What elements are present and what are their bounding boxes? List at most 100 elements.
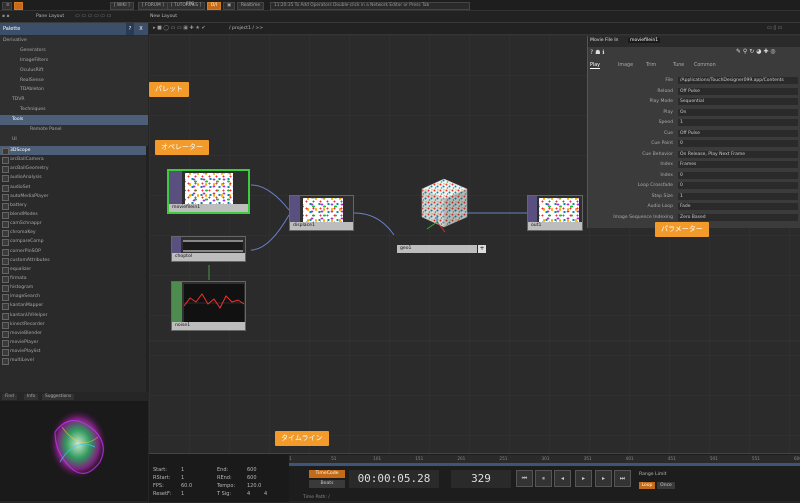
param-tab[interactable]: Common [694, 63, 716, 68]
node-geo1[interactable]: geo1 + [397, 177, 492, 253]
param-value[interactable]: Zero Based [678, 213, 798, 221]
palette-operator-item[interactable]: histogram [0, 283, 146, 293]
rewind-button[interactable]: ⏮ [516, 470, 533, 487]
rend-value[interactable]: 600 [247, 475, 257, 481]
param-value[interactable]: On [678, 108, 798, 116]
param-value[interactable]: 1 [678, 192, 798, 200]
palette-help-button[interactable]: ? [126, 23, 134, 35]
param-value[interactable]: 0 [678, 140, 798, 147]
once-toggle[interactable]: Once [657, 482, 675, 489]
palette-operator-item[interactable]: movieBlender [0, 329, 146, 338]
fast-forward-button[interactable]: ⏭ [614, 470, 631, 487]
palette-operator-item[interactable]: audioAnalysis [0, 173, 146, 183]
palette-operator-item[interactable]: equalizer [0, 265, 146, 274]
palette-operator-item[interactable]: arcBallCamera [0, 155, 146, 165]
new-layout-label[interactable]: New Layout [150, 14, 177, 19]
timecode-toggle[interactable]: TimeCode [309, 470, 345, 478]
palette-operator-item[interactable]: multiLevel [0, 356, 146, 366]
palette-category[interactable]: OculusRift [0, 66, 148, 76]
timeline-range-bar[interactable] [289, 463, 800, 466]
play-button[interactable]: ▸ [575, 470, 592, 487]
perform-button[interactable]: ▣ [223, 1, 236, 10]
palette-operator-item[interactable]: battery [0, 201, 146, 210]
palette-operator-item[interactable]: imageSearch [0, 292, 146, 302]
node-moviefilein1[interactable]: moviefilein1 [167, 169, 250, 214]
palette-operator-item[interactable]: kinectRecorder [0, 320, 146, 329]
palette-category[interactable]: TDVR [0, 95, 148, 105]
node-choptol[interactable]: choptol [171, 236, 246, 262]
layout-icons[interactable]: ▭ ▭ ▭ ▭ ▭ ▭ [75, 13, 111, 19]
step-back-button[interactable]: ◂ [554, 470, 571, 487]
realtime-toggle[interactable]: Realtime [237, 1, 264, 10]
param-toolbar-icons[interactable]: ? ☗ ℹ [590, 49, 605, 56]
palette-operator-item[interactable]: autoMediaPlayer [0, 192, 146, 201]
palette-close-button[interactable]: X [137, 23, 145, 35]
palette-operator-item[interactable]: audioSet [0, 183, 146, 192]
tsig-a[interactable]: 4 [247, 491, 250, 497]
palette-operator-item[interactable]: firmata [0, 274, 146, 284]
palette-category[interactable]: Remote Panel [0, 125, 148, 135]
network-tool-icons[interactable]: ▸ ■ ◯ ▭ ▭ ▣ ✚ ★ ✔ [153, 25, 206, 31]
palette-operator-item[interactable]: kantanMapper [0, 301, 146, 311]
param-value[interactable]: Sequential [678, 98, 798, 105]
timeline-ruler[interactable]: 151101151201251301351401451501551600 [289, 455, 800, 463]
param-value[interactable]: Frames [678, 161, 798, 168]
param-tab[interactable]: Trim [646, 63, 656, 68]
menu-icon[interactable]: ≡ [2, 1, 12, 10]
resetf-value[interactable]: 1 [181, 491, 184, 497]
param-tab[interactable]: Tune [673, 63, 684, 68]
param-value[interactable]: /Applications/TouchDesigner099.app/Conte… [678, 77, 798, 84]
palette-operator-item[interactable]: cornerPinSOP [0, 247, 146, 256]
palette-category[interactable]: Techniques [0, 105, 148, 115]
param-value[interactable]: 0 [678, 182, 798, 189]
param-actions-icons[interactable]: ✎ ⚲ ↻ ◕ ✚ ◎ [736, 48, 775, 55]
node-out1[interactable]: out1 [527, 195, 583, 231]
network-view-icons[interactable]: ▭ ▯ ▭ [767, 25, 782, 31]
forum-link[interactable]: [ FORUM ] [138, 1, 168, 10]
end-value[interactable]: 600 [247, 467, 257, 473]
palette-operator-item[interactable]: kantanUVHelper [0, 311, 146, 320]
tab-info[interactable]: Info [24, 393, 39, 400]
tsig-b[interactable]: 4 [264, 491, 267, 497]
palette-operator-item[interactable]: 3DScope [0, 146, 146, 156]
palette-operator-item[interactable]: moviePlayer [0, 338, 146, 348]
loop-toggle[interactable]: Loop [639, 482, 655, 489]
param-op-name[interactable]: moviefilein1 [628, 38, 661, 43]
start-value[interactable]: 1 [181, 467, 184, 473]
palette-operator-item[interactable]: customAttributes [0, 256, 146, 265]
node-noise1[interactable]: noise1 [171, 281, 246, 331]
node-displace1[interactable]: displace1 [289, 195, 354, 231]
palette-operator-item[interactable]: blendModes [0, 210, 146, 220]
palette-category[interactable]: ImageFilters [0, 56, 148, 66]
param-value[interactable]: 0 [678, 171, 798, 179]
palette-category[interactable]: TDAbleton [0, 85, 148, 95]
param-value[interactable]: 1 [678, 119, 798, 126]
beats-toggle[interactable]: Beats [309, 480, 345, 488]
palette-category[interactable]: Generators [0, 46, 148, 56]
wiki-link[interactable]: [ WIKI ] [110, 1, 134, 10]
rstart-value[interactable]: 1 [181, 475, 184, 481]
tempo-value[interactable]: 120.0 [247, 483, 261, 489]
param-tab[interactable]: Play [590, 63, 601, 69]
tab-suggestions[interactable]: Suggestions [42, 393, 75, 400]
pause-button[interactable]: ⏸ [535, 470, 552, 487]
step-forward-button[interactable]: ▸ [595, 470, 612, 487]
param-value[interactable]: On Release, Play Next Frame [678, 150, 798, 158]
palette-operator-item[interactable]: arcBallGeometry [0, 164, 146, 174]
palette-operator-item[interactable]: moviePlaylist [0, 347, 146, 357]
palette-operator-item[interactable]: compareComp [0, 237, 146, 247]
palette-category[interactable]: Tools [0, 115, 148, 126]
palette-category[interactable]: RealSense [0, 76, 148, 86]
geo-add-icon[interactable]: + [478, 245, 486, 253]
pin-icon[interactable]: ▪ ▪ [2, 14, 10, 19]
timecode-display[interactable]: 00:00:05.28 [349, 470, 439, 488]
palette-category[interactable]: UI [0, 135, 148, 145]
palette-operator-item[interactable]: camSchnappr [0, 219, 146, 229]
param-value[interactable]: Off Pulse [678, 87, 798, 95]
tab-find[interactable]: Find [2, 393, 17, 400]
param-tab[interactable]: Image [618, 63, 633, 68]
palette-category[interactable]: Derivative [0, 36, 148, 46]
param-value[interactable]: Fade [678, 203, 798, 210]
palette-operator-item[interactable]: chromaKey [0, 228, 146, 238]
frame-display[interactable]: 329 [451, 470, 511, 488]
